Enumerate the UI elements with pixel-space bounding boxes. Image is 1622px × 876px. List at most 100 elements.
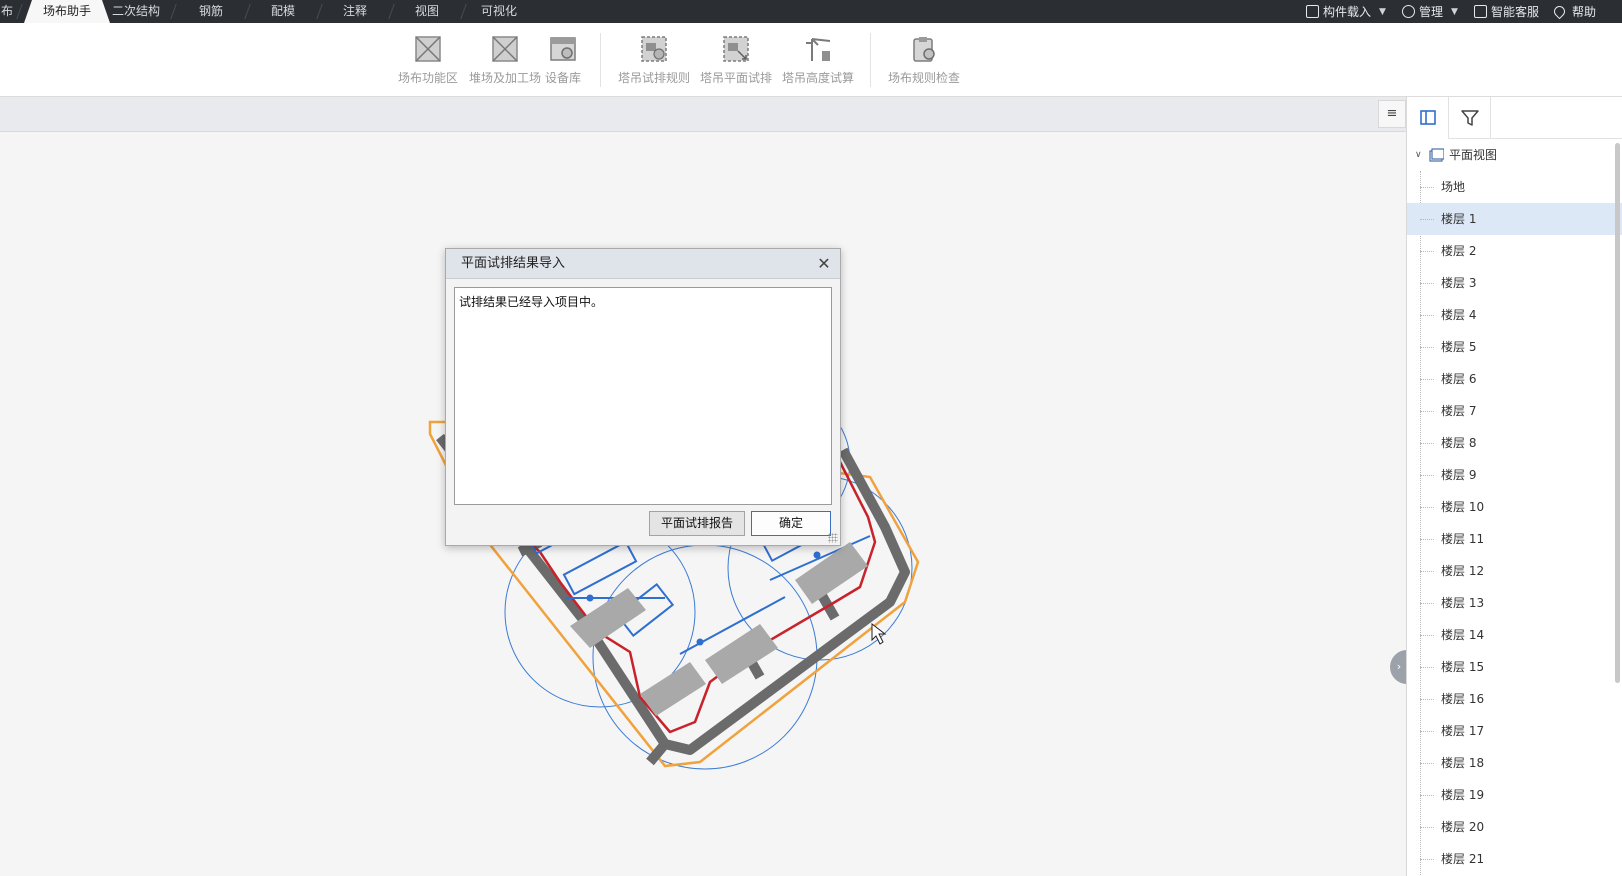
tree-item-label: 楼层 21 [1441, 852, 1485, 866]
rule-check-button[interactable]: 场布规则检查 [882, 35, 966, 86]
tree-item[interactable]: 楼层 15 [1407, 651, 1622, 683]
report-button[interactable]: 平面试排报告 [649, 511, 745, 536]
tree-item-label: 楼层 12 [1441, 564, 1485, 578]
ribbon-divider [600, 33, 601, 87]
crane-height-icon [806, 38, 831, 61]
chevron-right-icon: › [1396, 660, 1402, 673]
dialog-title: 平面试排结果导入 [461, 256, 566, 271]
view-tree: ∨ 平面视图 场地楼层 1 楼层 2 楼层 3 楼层 4 楼层 5 楼层 6 楼层 7 楼层 … [1407, 139, 1622, 876]
storage-yard-icon [492, 36, 518, 62]
tree-item-label: 楼层 5 [1441, 340, 1477, 354]
import-result-dialog: 平面试排结果导入 ✕ 试排结果已经导入项目中。 平面试排报告 确定 [445, 248, 841, 546]
tree-item-label: 楼层 16 [1441, 692, 1485, 706]
chevron-down-icon: ▼ [1379, 6, 1386, 17]
crane-rule-label: 塔吊试排规则 [617, 71, 690, 85]
tree-item-label: 场地 [1441, 180, 1466, 194]
building [705, 624, 778, 684]
help-icon [1551, 3, 1568, 20]
buildings [570, 542, 868, 716]
crane-center [696, 638, 704, 646]
tree-item[interactable]: 楼层 16 [1407, 683, 1622, 715]
crane-height-button[interactable]: 塔吊高度试算 [776, 35, 860, 86]
dialog-message: 试排结果已经导入项目中。 [459, 295, 604, 309]
tree-item[interactable]: 楼层 18 [1407, 747, 1622, 779]
crane-plan-button[interactable]: 塔吊平面试排 [694, 35, 778, 86]
tree-item[interactable]: 楼层 12 [1407, 555, 1622, 587]
tree-item[interactable]: 场地 [1407, 171, 1622, 203]
app-window: 布 场布助手 二次结构 钢筋 配模 注释 视图 可视化 构件载入 ▼ 管理 ▼ … [0, 0, 1622, 876]
functional-area-icon [415, 36, 441, 62]
functional-area-button[interactable]: 场布功能区 [388, 35, 468, 86]
tab-project-browser[interactable] [1407, 97, 1449, 139]
tree-item[interactable]: 楼层 14 [1407, 619, 1622, 651]
crane-rule-button[interactable]: 塔吊试排规则 [612, 35, 696, 86]
view-browser-panel: ∨ 平面视图 场地楼层 1 楼层 2 楼层 3 楼层 4 楼层 5 楼层 6 楼层 7 楼层 … [1406, 97, 1622, 876]
tab-filter[interactable] [1449, 97, 1491, 139]
tab-partial[interactable]: 布 [0, 0, 14, 23]
component-load-icon [1306, 5, 1319, 18]
tree-item[interactable]: 楼层 13 [1407, 587, 1622, 619]
tab-visualization[interactable]: 可视化 [468, 0, 530, 23]
crane-center [813, 551, 821, 559]
tree-root-plan-views[interactable]: ∨ 平面视图 [1407, 139, 1622, 171]
tree-item[interactable]: 楼层 3 [1407, 267, 1622, 299]
tab-secondary-structure[interactable]: 二次结构 [104, 0, 168, 23]
tree-item[interactable]: 楼层 8 [1407, 427, 1622, 459]
tab-formwork[interactable]: 配模 [252, 0, 314, 23]
tab-view[interactable]: 视图 [396, 0, 458, 23]
component-load-menu[interactable]: 构件载入 ▼ [1306, 0, 1386, 23]
tree-item-label: 楼层 13 [1441, 596, 1485, 610]
resize-grip[interactable] [828, 533, 838, 543]
menu-bar: 布 场布助手 二次结构 钢筋 配模 注释 视图 可视化 构件载入 ▼ 管理 ▼ … [0, 0, 1622, 23]
tree-item-label: 楼层 19 [1441, 788, 1485, 802]
view-menu-button[interactable]: ≡ [1378, 100, 1406, 128]
help-button[interactable]: 帮助 [1551, 0, 1597, 23]
tree-item[interactable]: 楼层 9 [1407, 459, 1622, 491]
tree-item[interactable]: 楼层 2 [1407, 235, 1622, 267]
manage-menu[interactable]: 管理 ▼ [1402, 0, 1458, 23]
help-label: 帮助 [1572, 5, 1597, 19]
gear-icon [1402, 5, 1415, 18]
tree-item-label: 楼层 8 [1441, 436, 1477, 450]
tree-item[interactable]: 楼层 11 [1407, 523, 1622, 555]
crane-plan-label: 塔吊平面试排 [699, 71, 772, 85]
tree-item[interactable]: 楼层 4 [1407, 299, 1622, 331]
rule-check-icon [913, 37, 935, 62]
chevron-down-icon: ▼ [1451, 6, 1458, 17]
panel-tabs [1407, 97, 1622, 139]
tree-item[interactable]: 楼层 6 [1407, 363, 1622, 395]
tree-item[interactable]: 楼层 20 [1407, 811, 1622, 843]
ok-button[interactable]: 确定 [751, 511, 831, 536]
smart-service-button[interactable]: 智能客服 [1474, 0, 1539, 23]
tree-item[interactable]: 楼层 17 [1407, 715, 1622, 747]
ribbon-divider [870, 33, 871, 87]
tree-item[interactable]: 楼层 1 [1407, 203, 1622, 235]
tree-item-label: 楼层 11 [1441, 532, 1485, 546]
mouse-cursor-icon [871, 622, 887, 645]
view-tab-bar [0, 97, 1406, 132]
smart-service-label: 智能客服 [1491, 5, 1540, 19]
dialog-title-bar: 平面试排结果导入 ✕ [446, 249, 840, 279]
chevron-down-icon: ∨ [1415, 150, 1422, 160]
tab-site-assistant[interactable]: 场布助手 [24, 0, 110, 23]
panel-scrollbar[interactable] [1615, 143, 1620, 683]
tree-item[interactable]: 楼层 21 [1407, 843, 1622, 875]
tree-item-label: 楼层 4 [1441, 308, 1477, 322]
tree-item[interactable]: 楼层 5 [1407, 331, 1622, 363]
dialog-message-box[interactable]: 试排结果已经导入项目中。 [454, 287, 832, 505]
close-icon[interactable]: ✕ [814, 254, 834, 274]
tree-item[interactable]: 楼层 19 [1407, 779, 1622, 811]
tree-item-label: 楼层 2 [1441, 244, 1477, 258]
tree-item-label: 楼层 18 [1441, 756, 1485, 770]
tab-annotation[interactable]: 注释 [324, 0, 386, 23]
tree-item[interactable]: 楼层 7 [1407, 395, 1622, 427]
tree-item[interactable]: 楼层 10 [1407, 491, 1622, 523]
tab-rebar[interactable]: 钢筋 [180, 0, 242, 23]
component-load-label: 构件载入 [1323, 5, 1372, 19]
crane-center [586, 594, 594, 602]
tree-item-label: 楼层 1 [1441, 212, 1477, 226]
rule-check-label: 场布规则检查 [887, 71, 960, 85]
equipment-library-button[interactable]: 设备库 [528, 35, 598, 86]
functional-area-label: 场布功能区 [397, 71, 458, 85]
chat-icon [1474, 5, 1487, 18]
